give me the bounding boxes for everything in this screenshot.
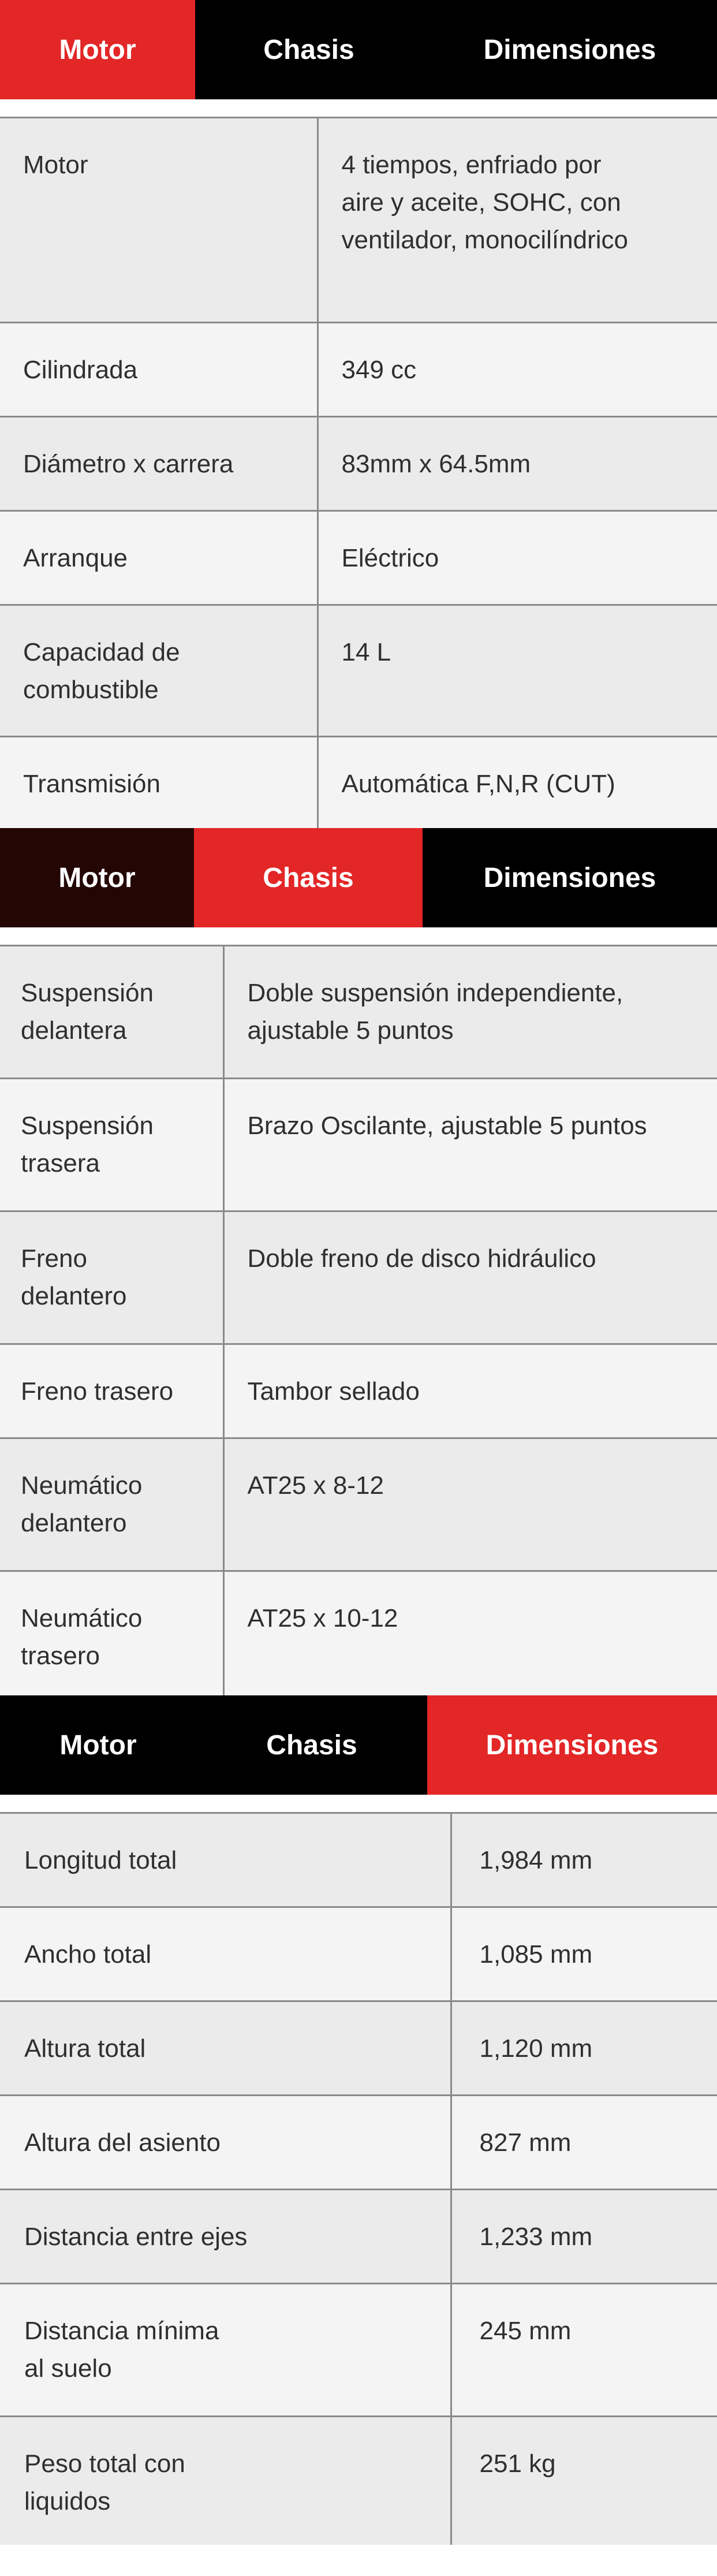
spec-value: Eléctrico <box>341 544 439 572</box>
spec-value: 1,984 mm <box>479 1846 593 1874</box>
tab-chasis[interactable]: Chasis <box>195 0 423 99</box>
spec-value: 251 kg <box>479 2450 556 2478</box>
dimensiones-spec-table: Longitud total 1,984 mm Ancho total 1,08… <box>0 1812 717 2545</box>
table-row: Cilindrada 349 cc <box>0 322 717 417</box>
table-row: Neumático delantero AT25 x 8-12 <box>0 1437 717 1571</box>
spec-label: Motor <box>23 151 88 179</box>
spec-label: Suspensión trasera <box>21 1112 154 1177</box>
tab-dimensiones[interactable]: Dimensiones <box>423 0 717 99</box>
tab-motor[interactable]: Motor <box>0 828 194 927</box>
table-row: Longitud total 1,984 mm <box>0 1812 717 1907</box>
spec-label: Suspensión delantera <box>21 979 154 1045</box>
spec-value: Brazo Oscilante, ajustable 5 puntos <box>247 1112 647 1140</box>
spec-value: Doble suspensión independiente, ajustabl… <box>247 979 623 1045</box>
spec-label: Transmisión <box>23 770 160 798</box>
spec-label: Capacidad de combustible <box>23 638 180 704</box>
tab-dimensiones[interactable]: Dimensiones <box>423 828 717 927</box>
table-row: Distancia mínima al suelo 245 mm <box>0 2283 717 2417</box>
spec-value: 245 mm <box>479 2317 572 2345</box>
table-row: Altura total 1,120 mm <box>0 2000 717 2096</box>
table-row: Distancia entre ejes 1,233 mm <box>0 2189 717 2284</box>
tab-dimensiones[interactable]: Dimensiones <box>427 1695 717 1795</box>
spec-label: Cilindrada <box>23 356 138 384</box>
table-row: Freno trasero Tambor sellado <box>0 1343 717 1438</box>
spec-value: 1,085 mm <box>479 1940 593 1969</box>
chasis-spec-table: Suspensión delantera Doble suspensión in… <box>0 945 717 1697</box>
spec-value: AT25 x 10-12 <box>247 1604 398 1632</box>
spec-value: Automática F,N,R (CUT) <box>341 770 615 798</box>
spec-value: 349 cc <box>341 356 417 384</box>
spec-label: Diámetro x carrera <box>23 450 234 478</box>
spec-label: Arranque <box>23 544 128 572</box>
table-row: Altura del asiento 827 mm <box>0 2094 717 2190</box>
spec-value: 14 L <box>341 638 391 666</box>
spec-value: Tambor sellado <box>247 1377 420 1406</box>
spec-label: Distancia entre ejes <box>24 2223 248 2251</box>
table-row: Freno delantero Doble freno de disco hid… <box>0 1210 717 1344</box>
spacer <box>0 1795 717 1812</box>
spec-label: Freno delantero <box>21 1244 127 1310</box>
spec-label: Freno trasero <box>21 1377 174 1406</box>
table-row: Arranque Eléctrico <box>0 510 717 605</box>
table-row: Suspensión trasera Brazo Oscilante, ajus… <box>0 1078 717 1211</box>
spacer <box>0 99 717 117</box>
spec-label: Longitud total <box>24 1846 177 1874</box>
table-row: Ancho total 1,085 mm <box>0 1906 717 2001</box>
table-row: Diámetro x carrera 83mm x 64.5mm <box>0 416 717 511</box>
spec-label: Distancia mínima al suelo <box>24 2317 219 2383</box>
table-row: Peso total con liquidos 251 kg <box>0 2415 717 2545</box>
spec-label: Altura total <box>24 2034 146 2063</box>
spec-label: Ancho total <box>24 1940 152 1969</box>
table-row: Capacidad de combustible 14 L <box>0 604 717 737</box>
spacer <box>0 927 717 945</box>
spec-label: Altura del asiento <box>24 2128 221 2157</box>
spec-value: 4 tiempos, enfriado por aire y aceite, S… <box>341 151 628 254</box>
spec-value: 1,120 mm <box>479 2034 593 2063</box>
table-row: Suspensión delantera Doble suspensión in… <box>0 945 717 1079</box>
tab-bar-dimensiones-section: Motor Chasis Dimensiones <box>0 1695 717 1795</box>
spec-label: Peso total con liquidos <box>24 2450 185 2515</box>
spec-value: 827 mm <box>479 2128 572 2157</box>
table-row: Transmisión Automática F,N,R (CUT) <box>0 736 717 829</box>
tab-chasis[interactable]: Chasis <box>196 1695 427 1795</box>
spec-value: 83mm x 64.5mm <box>341 450 531 478</box>
spec-value: Doble freno de disco hidráulico <box>247 1244 596 1273</box>
table-row: Neumático trasero AT25 x 10-12 <box>0 1570 717 1697</box>
tab-bar-chasis-section: Motor Chasis Dimensiones <box>0 828 717 927</box>
tab-motor[interactable]: Motor <box>0 0 195 99</box>
spec-value: 1,233 mm <box>479 2223 593 2251</box>
spec-label: Neumático delantero <box>21 1471 143 1537</box>
spec-label: Neumático trasero <box>21 1604 143 1670</box>
tab-chasis[interactable]: Chasis <box>194 828 423 927</box>
tab-motor[interactable]: Motor <box>0 1695 196 1795</box>
motor-spec-table: Motor 4 tiempos, enfriado por aire y ace… <box>0 117 717 829</box>
tab-bar-motor-section: Motor Chasis Dimensiones <box>0 0 717 99</box>
spec-value: AT25 x 8-12 <box>247 1471 384 1500</box>
table-row: Motor 4 tiempos, enfriado por aire y ace… <box>0 117 717 323</box>
